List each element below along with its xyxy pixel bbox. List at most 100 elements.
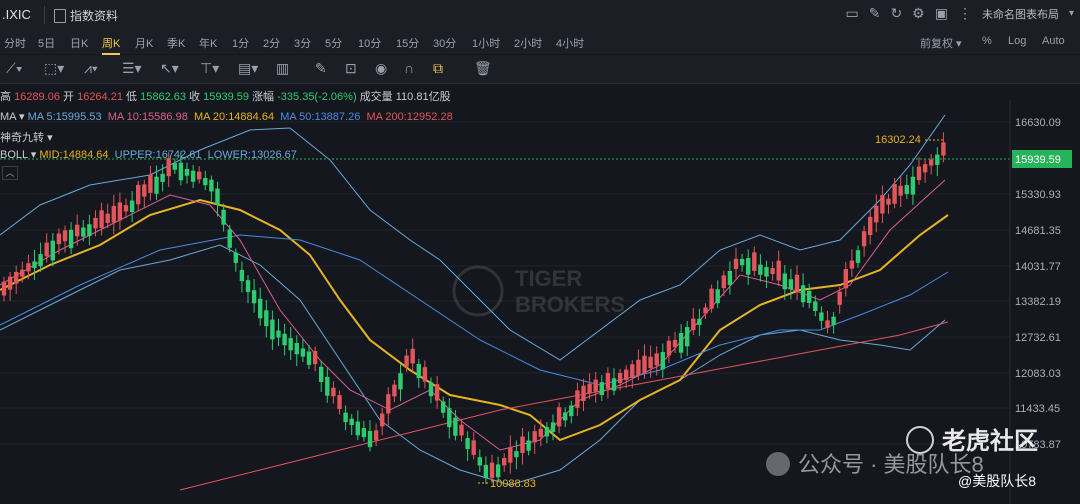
volume-value: 110.81亿股 [395, 91, 451, 103]
candle [270, 319, 275, 340]
axis-tick: 12083.03 [1015, 368, 1061, 380]
candle [20, 269, 25, 277]
candle [550, 422, 556, 432]
candle [715, 289, 720, 304]
candle [556, 407, 562, 427]
candle [508, 447, 513, 463]
ma5-value: MA 5:15995.53 [27, 111, 102, 123]
boll-lower: LOWER:13026.67 [207, 149, 297, 161]
candle [624, 369, 629, 381]
boll-label: BOLL [0, 149, 28, 161]
candle [75, 224, 80, 237]
candle [62, 230, 68, 242]
candle [855, 250, 861, 263]
candle [489, 462, 495, 478]
candle [837, 291, 842, 305]
candle [184, 168, 190, 176]
candle [32, 261, 37, 269]
chevron-down-icon[interactable]: ▾ [47, 132, 53, 144]
candle [874, 205, 879, 223]
candle [916, 166, 922, 181]
candle [441, 401, 446, 413]
candle [678, 332, 684, 353]
candle [605, 373, 611, 389]
candle [380, 413, 385, 427]
candle [160, 173, 165, 182]
nine-turn-label: 神奇九转 [0, 132, 44, 144]
candle [459, 424, 464, 436]
low-annotation: 10088.83 [490, 478, 536, 490]
candle [14, 271, 19, 284]
candle [538, 428, 543, 437]
account-label: 公众号 · 美股队长8 [798, 452, 984, 477]
candle [593, 379, 598, 392]
candle [111, 205, 116, 223]
candle [288, 338, 293, 351]
candle [178, 162, 184, 181]
collapse-indicators-icon[interactable]: ︿ [2, 166, 18, 180]
ohlc-line: 高 16289.06 开 16264.21 低 15862.63 收 15939… [0, 88, 451, 104]
candle [416, 363, 421, 379]
axis-tick: 11433.45 [1015, 403, 1060, 415]
candle [294, 343, 299, 355]
candle [721, 275, 726, 289]
candle [922, 164, 928, 173]
close-label: 收 [189, 91, 201, 103]
candle [739, 258, 745, 266]
author-label: @美股队长8 [958, 473, 1036, 489]
candle [532, 431, 537, 443]
candle [227, 229, 232, 248]
tiger-logo-icon [452, 265, 504, 317]
candle [434, 384, 440, 401]
candle [50, 240, 55, 261]
candle [563, 412, 568, 421]
candle [172, 163, 177, 170]
candle [520, 436, 525, 454]
candle [373, 430, 379, 441]
high-value: 16289.06 [14, 91, 60, 103]
price-chart[interactable]: TIGER BROKERS 15939.59 16302.24 10088.83… [0, 0, 1080, 504]
ma50-value: MA 50:13887.26 [280, 111, 361, 123]
candle [697, 318, 702, 325]
close-value: 15939.59 [203, 91, 249, 103]
candle [258, 298, 263, 319]
chevron-down-icon[interactable]: ▾ [31, 149, 37, 161]
candle [404, 355, 409, 367]
axis-tick: 13382.19 [1015, 296, 1061, 308]
candle [727, 270, 733, 285]
chevron-down-icon[interactable]: ▾ [19, 111, 25, 123]
candle [129, 200, 135, 213]
boll-indicator-line[interactable]: BOLL ▾ MID:14884.64 UPPER:16742.61 LOWER… [0, 148, 297, 161]
candle [495, 464, 501, 478]
nine-turn-indicator[interactable]: 神奇九转 ▾ [0, 129, 53, 145]
candle [148, 174, 153, 193]
candle [398, 373, 403, 390]
brand-label: 老虎社区 [942, 427, 1038, 455]
boll-upper: UPPER:16742.61 [114, 149, 202, 161]
candle [312, 350, 318, 365]
candle [99, 210, 104, 228]
candle [617, 372, 623, 383]
candle [935, 154, 940, 165]
candle [233, 252, 238, 263]
candle [782, 273, 787, 290]
wechat-watermark: 老虎社区 公众号 · 美股队长8 @美股队长8 [766, 426, 1038, 489]
open-value: 16264.21 [77, 91, 123, 103]
candle [813, 301, 818, 311]
change-value: -335.35(-2.06%) [277, 91, 357, 103]
candle [660, 352, 665, 370]
ma-indicator-line[interactable]: MA ▾ MA 5:15995.53 MA 10:15586.98 MA 20:… [0, 110, 453, 123]
axis-tick: 12732.61 [1015, 332, 1061, 344]
candle [44, 242, 49, 257]
candle [306, 351, 312, 365]
axis-tick: 15330.93 [1015, 189, 1061, 201]
candle [654, 353, 659, 366]
candle [245, 280, 251, 293]
candle [733, 258, 739, 270]
candle [709, 288, 714, 309]
candle [239, 269, 245, 282]
candle [514, 451, 519, 458]
watermark-line2: BROKERS [515, 292, 625, 317]
candle [325, 376, 330, 396]
candle [68, 229, 74, 249]
